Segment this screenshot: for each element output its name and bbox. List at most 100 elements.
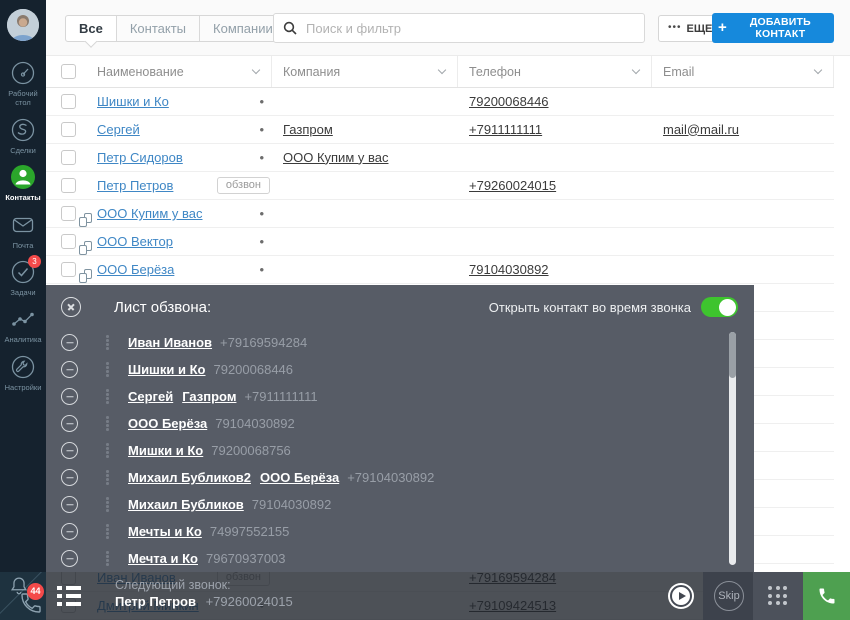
contact-name-link[interactable]: ООО Вектор [97, 234, 173, 249]
company-link[interactable]: Газпром [283, 122, 333, 137]
table-row: ООО Купим у вас • [46, 200, 834, 228]
column-header-name[interactable]: Наименование [83, 56, 272, 87]
call-button[interactable] [803, 572, 850, 620]
call-list-toggle-icon[interactable] [57, 585, 81, 607]
sidebar-item-settings[interactable]: Настройки [0, 354, 46, 392]
phone-link[interactable]: +7911111111 [469, 122, 542, 137]
row-checkbox[interactable] [61, 122, 76, 137]
column-header-company[interactable]: Компания [272, 56, 458, 87]
skip-button[interactable]: Skip [714, 581, 744, 611]
call-list-company-link[interactable]: Газпром [182, 389, 236, 404]
remove-from-list-icon[interactable] [61, 442, 78, 459]
row-checkbox[interactable] [61, 206, 76, 221]
row-checkbox[interactable] [61, 150, 76, 165]
call-list-contact-link[interactable]: Мечты и Ко [128, 524, 202, 539]
drag-handle-icon[interactable] [106, 551, 109, 566]
close-icon[interactable] [61, 297, 81, 317]
scrollbar-thumb[interactable] [729, 332, 736, 378]
remove-from-list-icon[interactable] [61, 523, 78, 540]
user-avatar[interactable] [7, 9, 39, 41]
tab[interactable]: Все [66, 16, 116, 41]
select-all-checkbox[interactable] [61, 64, 76, 79]
remove-from-list-icon[interactable] [61, 469, 78, 486]
company-icon [79, 269, 92, 283]
column-header-phone[interactable]: Телефон [458, 56, 652, 87]
phone-link[interactable]: 79104030892 [469, 262, 549, 277]
phone-link[interactable]: +79260024015 [469, 178, 556, 193]
call-list-contact-link[interactable]: Мечта и Ко [128, 551, 198, 566]
drag-handle-icon[interactable] [106, 470, 109, 485]
search-input[interactable] [304, 20, 635, 37]
sidebar-item-deals[interactable]: Сделки [0, 117, 46, 155]
remove-from-list-icon[interactable] [61, 496, 78, 513]
remove-from-list-icon[interactable] [61, 550, 78, 567]
call-list-contact-link[interactable]: Мишки и Ко [128, 443, 203, 458]
row-checkbox[interactable] [61, 234, 76, 249]
plus-icon: + [718, 19, 727, 36]
contact-name-link[interactable]: Шишки и Ко [97, 94, 169, 109]
toggle-label: Открыть контакт во время звонка [489, 300, 691, 315]
row-checkbox[interactable] [61, 262, 76, 277]
drag-handle-icon[interactable] [106, 443, 109, 458]
sidebar-item-analytics[interactable]: Аналитика [0, 306, 46, 344]
contact-name-link[interactable]: Сергей [97, 122, 140, 137]
contact-name-link[interactable]: ООО Берёза [97, 262, 174, 277]
next-call-contact[interactable]: Петр Петров [115, 594, 196, 609]
sidebar-item-contacts[interactable]: Контакты [0, 164, 46, 202]
drag-handle-icon[interactable] [106, 335, 109, 350]
dialpad-section[interactable] [753, 572, 803, 620]
sidebar-item-desktop[interactable]: Рабочий стол [0, 60, 46, 108]
call-list-title: Лист обзвона: [114, 299, 211, 316]
start-calling-button[interactable] [670, 585, 692, 607]
call-list-contact-link[interactable]: Иван Иванов [128, 335, 212, 350]
remove-from-list-icon[interactable] [61, 415, 78, 432]
play-icon [679, 592, 686, 600]
column-header-email[interactable]: Email [652, 56, 834, 87]
drag-handle-icon[interactable] [106, 497, 109, 512]
row-checkbox[interactable] [61, 178, 76, 193]
remove-from-list-icon[interactable] [61, 334, 78, 351]
drag-handle-icon[interactable] [106, 389, 109, 404]
dialpad-icon [768, 586, 788, 606]
sidebar-item-tasks[interactable]: 3 Задачи [0, 259, 46, 297]
tab[interactable]: Контакты [116, 16, 199, 41]
open-contact-toggle[interactable] [701, 297, 738, 317]
tasks-icon: 3 [10, 259, 36, 285]
drag-handle-icon[interactable] [106, 524, 109, 539]
next-call-phone: +79260024015 [206, 594, 293, 609]
quick-action-dot[interactable]: • [259, 94, 264, 109]
call-list-contact-link[interactable]: Сергей [128, 389, 173, 404]
company-icon [79, 213, 92, 227]
add-contact-button[interactable]: + ДОБАВИТЬ КОНТАКТ [712, 13, 834, 43]
chevron-down-icon[interactable] [438, 66, 446, 74]
contact-name-link[interactable]: Петр Сидоров [97, 150, 183, 165]
deals-icon [10, 117, 36, 143]
row-checkbox[interactable] [61, 94, 76, 109]
contact-name-link[interactable]: Петр Петров [97, 178, 173, 193]
remove-from-list-icon[interactable] [61, 361, 78, 378]
contact-name-link[interactable]: ООО Купим у вас [97, 206, 202, 221]
drag-handle-icon[interactable] [106, 416, 109, 431]
chevron-down-icon[interactable] [252, 66, 260, 74]
call-list-contact-link[interactable]: Шишки и Ко [128, 362, 205, 377]
email-link[interactable]: mail@mail.ru [663, 122, 739, 137]
chevron-down-icon[interactable] [632, 66, 640, 74]
sidebar-item-mail[interactable]: Почта [0, 212, 46, 250]
phone-link[interactable]: 79200068446 [469, 94, 549, 109]
quick-action-dot[interactable]: • [259, 262, 264, 277]
chevron-down-icon[interactable] [814, 66, 822, 74]
quick-action-dot[interactable]: • [259, 234, 264, 249]
call-list-contact-link[interactable]: Михаил Бубликов [128, 497, 244, 512]
call-list-company-link[interactable]: ООО Берёза [260, 470, 339, 485]
call-list-phone: 79104030892 [215, 416, 295, 431]
call-list-contact-link[interactable]: ООО Берёза [128, 416, 207, 431]
call-list-item: Мишки и Ко 79200068756 [46, 437, 754, 464]
quick-action-dot[interactable]: • [259, 206, 264, 221]
company-link[interactable]: ООО Купим у вас [283, 150, 388, 165]
drag-handle-icon[interactable] [106, 362, 109, 377]
scrollbar-track[interactable] [729, 332, 736, 565]
call-list-contact-link[interactable]: Михаил Бубликов2 [128, 470, 251, 485]
quick-action-dot[interactable]: • [259, 122, 264, 137]
quick-action-dot[interactable]: • [259, 150, 264, 165]
remove-from-list-icon[interactable] [61, 388, 78, 405]
